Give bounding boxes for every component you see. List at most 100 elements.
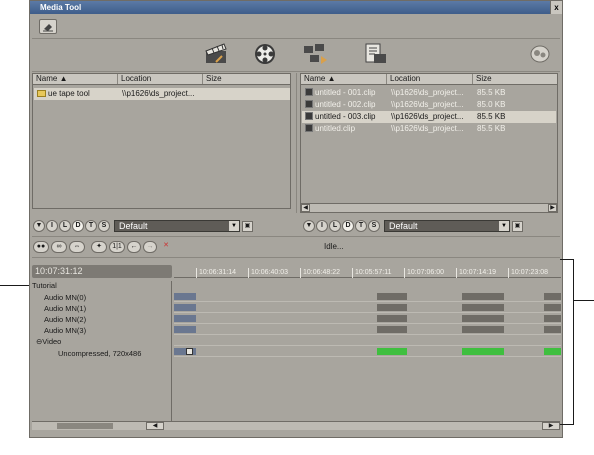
audio-clip[interactable] (544, 326, 561, 333)
audio-clip[interactable] (377, 326, 407, 333)
audio-clip[interactable] (174, 293, 196, 300)
filter-button-s[interactable]: S (368, 220, 380, 232)
audio-track[interactable] (174, 324, 561, 335)
video-format-label: Uncompressed, 720x486 (58, 349, 142, 358)
filter-button-i[interactable]: I (46, 220, 58, 232)
preset-dropdown[interactable]: Default ▼ (384, 220, 510, 232)
audio-track[interactable] (174, 291, 561, 302)
list-item[interactable]: untitled - 001.clip \\p1626\ds_project..… (302, 87, 556, 99)
import-clapper-icon[interactable] (202, 41, 232, 67)
media-tool-window: Media Tool x Name ▲ Location Size ue tap… (29, 0, 563, 438)
timecode-display[interactable]: 10:07:31:12 (32, 265, 172, 278)
audio-clip[interactable] (544, 315, 561, 322)
save-preset-button[interactable]: ▣ (512, 220, 523, 232)
filter-menu-button[interactable]: ▼ (33, 220, 45, 232)
pane-splitter[interactable] (296, 73, 297, 213)
film-reel-icon[interactable] (250, 41, 280, 67)
title-bar[interactable]: Media Tool x (30, 1, 562, 14)
clip-icon (305, 100, 313, 108)
clip-handle[interactable] (186, 348, 193, 355)
timeline-ruler[interactable]: 10:06:31:14 10:06:40:03 10:06:48:22 10:0… (174, 265, 561, 278)
ruler-tick: 10:07:23:08 (508, 268, 548, 278)
filter-divider (32, 236, 560, 237)
right-pane-hscrollbar[interactable]: ◀ ▶ (301, 203, 557, 212)
edl-icon[interactable] (360, 41, 390, 67)
callout-line-left (0, 285, 29, 286)
audio-clip[interactable] (462, 304, 504, 311)
column-name[interactable]: Name ▲ (301, 74, 387, 84)
video-clip[interactable] (544, 348, 561, 355)
audio-clip[interactable] (174, 326, 196, 333)
video-group-track (174, 335, 561, 346)
locate-icon[interactable]: ✦ (91, 240, 107, 253)
track-splitter[interactable] (171, 281, 172, 421)
close-button[interactable]: x (550, 1, 562, 14)
audio-track[interactable] (174, 313, 561, 324)
audio-track-label[interactable]: Audio MN(2) (44, 315, 86, 324)
list-item[interactable]: untitled.clip \\p1626\ds_project... 85.5… (302, 123, 556, 135)
counter-display[interactable]: 1|1 (109, 240, 125, 253)
status-text: Idle... (324, 242, 344, 251)
right-filter-bar: ▼ I L D T S Default ▼ ▣ (303, 219, 523, 233)
link-icon[interactable]: ⇔ (69, 240, 85, 253)
left-pane-header: Name ▲ Location Size (33, 74, 290, 85)
track-root-label[interactable]: Tutorial (32, 281, 57, 290)
audio-clip[interactable] (462, 293, 504, 300)
arrow-left-icon[interactable]: ← (127, 240, 141, 253)
filter-button-d[interactable]: D (72, 220, 84, 232)
scroll-thumb[interactable] (57, 423, 113, 429)
eraser-icon[interactable] (39, 19, 57, 34)
audio-clip[interactable] (544, 293, 561, 300)
column-location[interactable]: Location (387, 74, 473, 84)
audio-clip[interactable] (377, 293, 407, 300)
timeline-hscrollbar[interactable]: ◀ ▶ (146, 421, 560, 430)
settings-blob-icon[interactable] (525, 41, 555, 67)
column-name[interactable]: Name ▲ (33, 74, 118, 84)
scroll-left-button[interactable]: ◀ (301, 204, 310, 212)
filter-button-d[interactable]: D (342, 220, 354, 232)
chevron-down-icon: ▼ (499, 221, 509, 231)
filter-button-s[interactable]: S (98, 220, 110, 232)
clip-icon (305, 124, 313, 132)
filter-button-l[interactable]: L (59, 220, 71, 232)
arrow-right-icon[interactable]: → (143, 240, 157, 253)
filter-button-t[interactable]: T (355, 220, 367, 232)
audio-clip[interactable] (462, 326, 504, 333)
video-track[interactable] (174, 346, 561, 357)
scroll-right-button[interactable]: ▶ (542, 422, 560, 430)
filter-button-l[interactable]: L (329, 220, 341, 232)
list-item[interactable]: untitled - 003.clip \\p1626\ds_project..… (302, 111, 556, 123)
column-location[interactable]: Location (118, 74, 203, 84)
preset-dropdown[interactable]: Default ▼ (114, 220, 240, 232)
scroll-left-button[interactable]: ◀ (146, 422, 164, 430)
cancel-icon[interactable]: ✕ (159, 241, 173, 253)
column-size[interactable]: Size (473, 74, 557, 84)
audio-clip[interactable] (462, 315, 504, 322)
video-clip[interactable] (377, 348, 407, 355)
audio-clip[interactable] (174, 315, 196, 322)
audio-track[interactable] (174, 302, 561, 313)
filter-button-i[interactable]: I (316, 220, 328, 232)
audio-track-label[interactable]: Audio MN(1) (44, 304, 86, 313)
audio-clip[interactable] (377, 315, 407, 322)
video-clip[interactable] (462, 348, 504, 355)
audio-track-label[interactable]: Audio MN(3) (44, 326, 86, 335)
right-file-pane: Name ▲ Location Size untitled - 001.clip… (300, 73, 558, 213)
list-item[interactable]: untitled - 002.clip \\p1626\ds_project..… (302, 99, 556, 111)
list-item[interactable]: ue tape tool \\p1626\ds_project... (34, 88, 290, 100)
ruler-tick: 10:07:14:19 (456, 268, 496, 278)
column-size[interactable]: Size (203, 74, 290, 84)
filter-menu-button[interactable]: ▼ (303, 220, 315, 232)
audio-clip[interactable] (377, 304, 407, 311)
filter-button-t[interactable]: T (85, 220, 97, 232)
loop-icon[interactable]: ∞ (51, 240, 67, 253)
video-group-label[interactable]: ⊖Video (36, 337, 61, 346)
clip-capture-icon[interactable] (302, 41, 332, 67)
save-preset-button[interactable]: ▣ (242, 220, 253, 232)
record-icon[interactable]: ●● (33, 240, 49, 253)
callout-bracket-vertical (573, 259, 574, 425)
audio-track-label[interactable]: Audio MN(0) (44, 293, 86, 302)
scroll-right-button[interactable]: ▶ (548, 204, 557, 212)
audio-clip[interactable] (174, 304, 196, 311)
audio-clip[interactable] (544, 304, 561, 311)
